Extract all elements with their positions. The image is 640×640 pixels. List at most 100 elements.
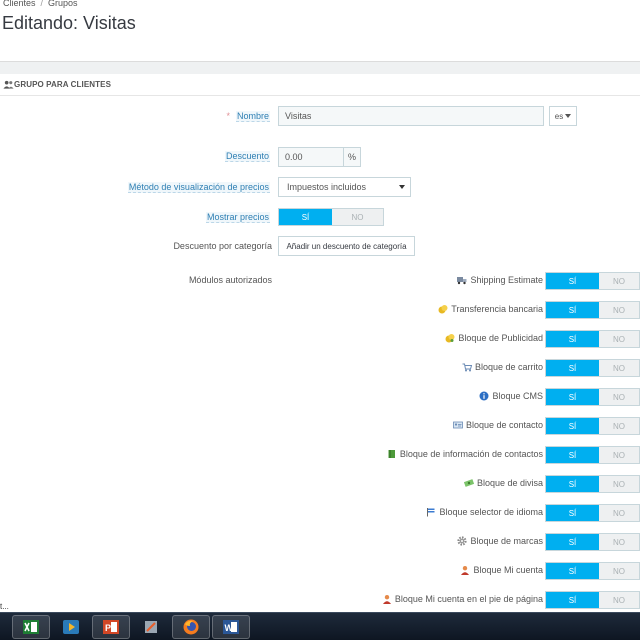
metodo-select[interactable]: Impuestos incluidos [278,177,411,197]
module-label-row: Bloque de marcas [457,536,543,546]
module-label-row: Bloque de Publicidad [445,333,543,343]
module-label: Bloque CMS [492,391,543,401]
taskbar-word[interactable]: W [212,615,250,639]
coins-icon [438,305,448,314]
mostrar-precios-switch[interactable]: SÍ NO [278,208,384,226]
switch-yes[interactable]: SÍ [546,534,599,550]
module-label: Transferencia bancaria [451,304,543,314]
breadcrumb-separator: / [40,0,44,8]
nombre-input[interactable]: Visitas [278,106,544,126]
taskbar-powerpoint[interactable]: P [92,615,130,639]
switch-yes[interactable]: SÍ [546,360,599,376]
module-switch[interactable]: SÍ NO [545,359,640,377]
switch-yes[interactable]: SÍ [546,447,599,463]
switch-yes[interactable]: SÍ [546,592,599,608]
module-row: Shipping Estimate SÍ NO [0,272,640,290]
switch-no[interactable]: NO [599,302,639,318]
switch-no[interactable]: NO [599,389,639,405]
language-code: es [554,111,564,121]
switch-yes[interactable]: SÍ [546,563,599,579]
module-switch[interactable]: SÍ NO [545,417,640,435]
module-switch[interactable]: SÍ NO [545,504,640,522]
switch-no[interactable]: NO [599,447,639,463]
module-row: Bloque de Publicidad SÍ NO [0,330,640,348]
mostrar-precios-label[interactable]: Mostrar precios [205,212,270,223]
module-label-row: Bloque selector de idioma [426,507,543,517]
module-switch[interactable]: SÍ NO [545,388,640,406]
switch-no[interactable]: NO [599,476,639,492]
media-player-icon [63,620,79,634]
module-label: Bloque selector de idioma [439,507,543,517]
caret-down-icon [399,185,405,189]
descuento-input[interactable]: 0.00 [278,147,344,167]
switch-no[interactable]: NO [599,360,639,376]
switch-no[interactable]: NO [599,563,639,579]
module-row: Bloque de información de contactos SÍ NO [0,446,640,464]
switch-no[interactable]: NO [599,592,639,608]
module-switch[interactable]: SÍ NO [545,330,640,348]
descuento-categoria-label: Descuento por categoría [173,241,272,251]
switch-yes[interactable]: SÍ [546,505,599,521]
module-label: Bloque de Publicidad [458,333,543,343]
switch-yes[interactable]: SÍ [279,209,332,225]
module-row: Bloque CMS SÍ NO [0,388,640,406]
module-label: Bloque de divisa [476,478,543,488]
toolbar-band [0,61,640,74]
switch-no[interactable]: NO [599,331,639,347]
switch-no[interactable]: NO [599,505,639,521]
module-switch[interactable]: SÍ NO [545,301,640,319]
module-switch[interactable]: SÍ NO [545,272,640,290]
module-switch[interactable]: SÍ NO [545,591,640,609]
taskbar-excel[interactable] [12,615,50,639]
module-switch[interactable]: SÍ NO [545,562,640,580]
truck-icon [457,277,467,285]
switch-no[interactable]: NO [332,209,383,225]
switch-no[interactable]: NO [599,273,639,289]
taskbar-tool[interactable] [132,615,170,639]
switch-yes[interactable]: SÍ [546,273,599,289]
flag-icon [427,508,435,517]
module-label-row: Transferencia bancaria [438,304,543,314]
book-icon [388,450,395,458]
switch-yes[interactable]: SÍ [546,476,599,492]
nombre-label[interactable]: Nombre [235,111,270,122]
switch-yes[interactable]: SÍ [546,331,599,347]
descuento-label[interactable]: Descuento [224,151,270,162]
module-label-row: Bloque CMS [479,391,543,401]
module-row: Bloque de divisa SÍ NO [0,475,640,493]
users-icon [3,80,14,89]
taskbar-firefox[interactable] [172,615,210,639]
breadcrumb: Clientes / Grupos [3,0,78,8]
module-switch[interactable]: SÍ NO [545,475,640,493]
language-dropdown[interactable]: es [549,106,577,126]
module-row: Bloque de contacto SÍ NO [0,417,640,435]
switch-yes[interactable]: SÍ [546,418,599,434]
browser-status-text: t... [0,602,9,611]
taskbar-media-player[interactable] [52,615,90,639]
switch-yes[interactable]: SÍ [546,302,599,318]
switch-no[interactable]: NO [599,534,639,550]
breadcrumb-grupos[interactable]: Grupos [48,0,78,8]
breadcrumb-clientes[interactable]: Clientes [3,0,36,8]
switch-no[interactable]: NO [599,418,639,434]
nombre-label-row: * Nombre [226,111,270,122]
required-mark: * [226,111,230,121]
module-label-row: Bloque Mi cuenta [460,565,543,575]
module-row: Bloque selector de idioma SÍ NO [0,504,640,522]
firefox-icon [183,619,199,635]
module-switch[interactable]: SÍ NO [545,533,640,551]
coins-icon [445,334,455,343]
module-label: Bloque Mi cuenta en el pie de página [394,594,543,604]
module-label: Bloque Mi cuenta [473,565,543,575]
add-category-discount-button[interactable]: Añadir un descuento de categoría [278,236,415,256]
word-icon: W [223,620,239,634]
windows-taskbar: P W [0,612,640,640]
module-row: Bloque Mi cuenta SÍ NO [0,562,640,580]
money-icon [463,479,474,487]
module-label: Bloque de marcas [470,536,543,546]
module-switch[interactable]: SÍ NO [545,446,640,464]
switch-yes[interactable]: SÍ [546,389,599,405]
module-label-row: Bloque de divisa [463,478,543,488]
tool-icon [145,621,157,633]
metodo-label[interactable]: Método de visualización de precios [127,182,270,193]
